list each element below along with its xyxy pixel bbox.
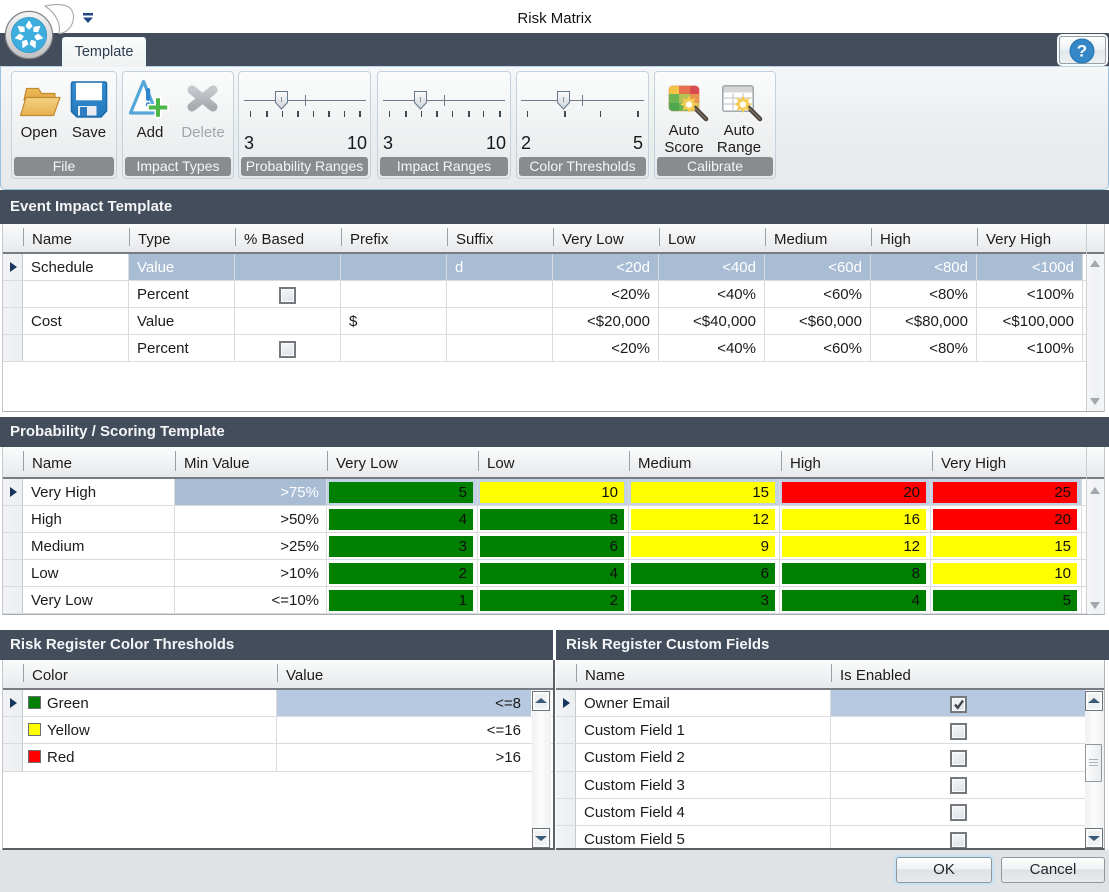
svg-text:?: ? — [1077, 42, 1087, 61]
